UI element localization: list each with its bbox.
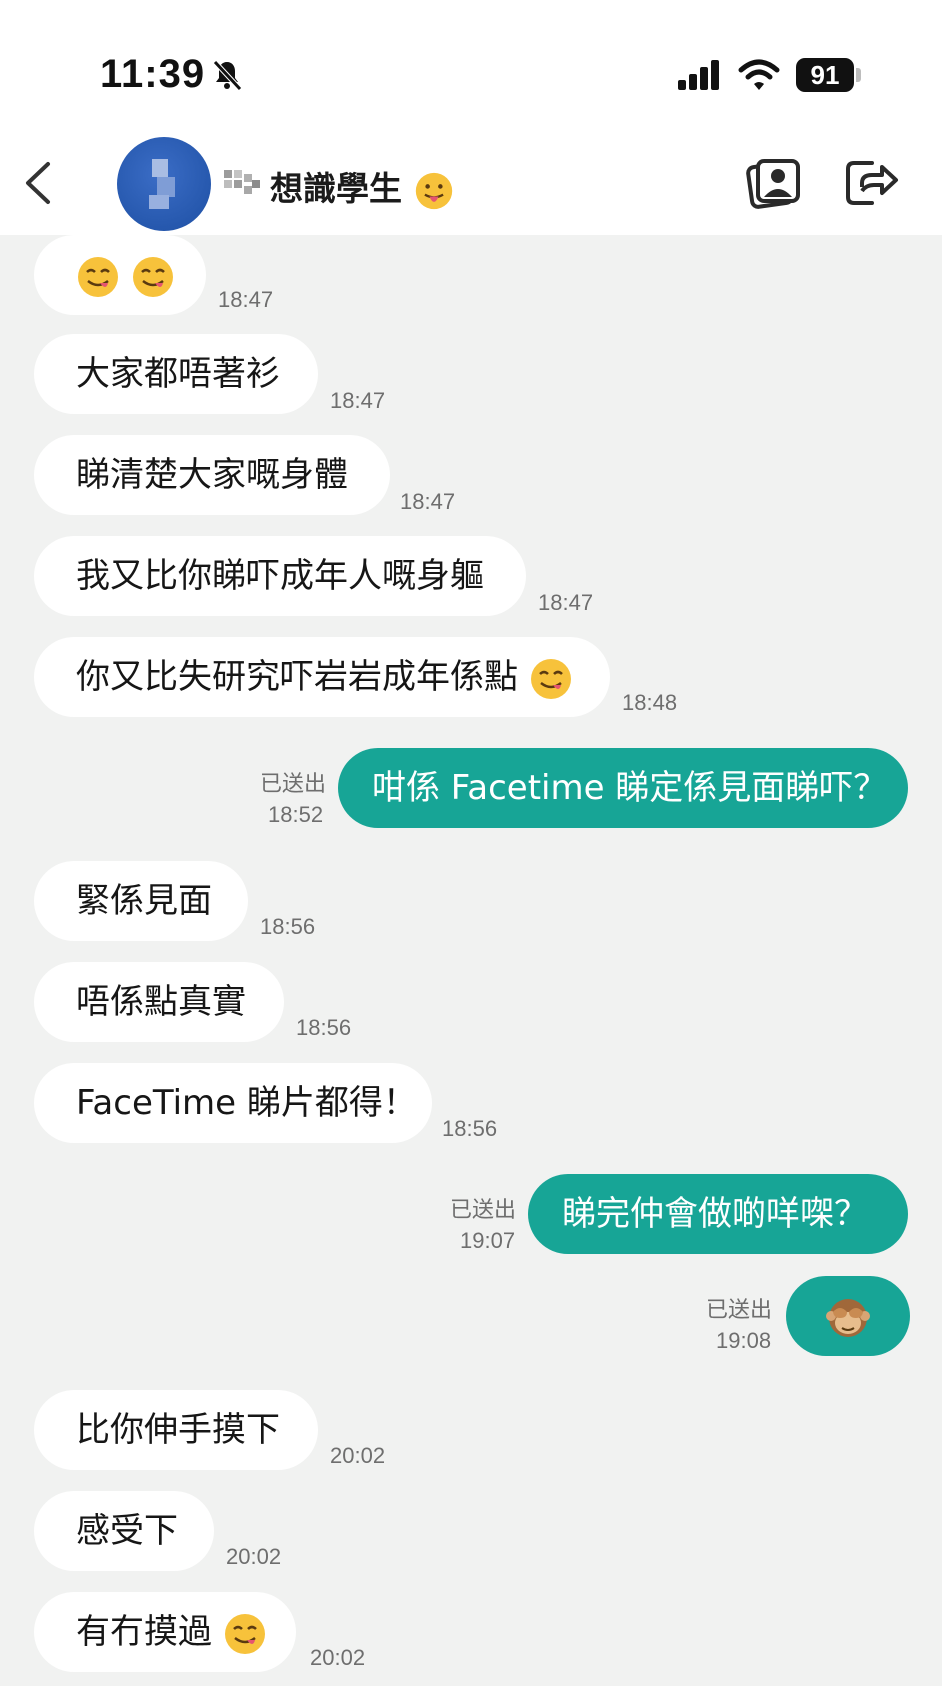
message-time: 18:47: [218, 287, 274, 312]
message-time: 20:02: [310, 1645, 366, 1670]
sent-status: 已送出: [705, 1298, 772, 1323]
message-bubble-incoming[interactable]: 你又比失研究吓岩岩成年係點: [34, 637, 610, 717]
message-text: 你又比失研究吓岩岩成年係點: [76, 657, 518, 697]
wifi-icon: [738, 59, 780, 90]
status-time: 11:39: [100, 52, 206, 96]
message-bubble-incoming[interactable]: 我又比你睇吓成年人嘅身軀: [34, 536, 526, 616]
photo-album-icon[interactable]: [744, 155, 804, 211]
see-no-evil-monkey-icon: [826, 1298, 870, 1337]
sent-status: 已送出: [449, 1198, 516, 1223]
yum-face-icon: [530, 658, 571, 699]
message-text: FaceTime 睇片都得！: [76, 1083, 417, 1123]
message-text: 感受下: [76, 1511, 178, 1551]
chevron-left-icon[interactable]: [18, 158, 58, 208]
message-bubble-incoming[interactable]: 比你伸手摸下: [34, 1390, 318, 1470]
message-time: 18:47: [330, 388, 386, 413]
battery-nub: [856, 68, 861, 82]
message-bubble-incoming[interactable]: 感受下: [34, 1491, 214, 1571]
chat-title: 想識學生: [270, 162, 454, 211]
bell-slash-icon: [213, 60, 242, 91]
message-time: 19:07: [460, 1228, 516, 1253]
yum-face-icon: [132, 256, 173, 297]
message-bubble-incoming[interactable]: 唔係點真實: [34, 962, 284, 1042]
message-text: 睇完仲會做啲咩㗎？: [562, 1194, 868, 1234]
message-time: 18:56: [296, 1015, 352, 1040]
sent-status: 已送出: [259, 772, 326, 797]
chat-title-text: 想識學生: [270, 169, 402, 208]
message-bubble-outgoing[interactable]: [786, 1276, 910, 1356]
message-text: 我又比你睇吓成年人嘅身軀: [76, 556, 484, 596]
message-time: 19:08: [716, 1328, 772, 1353]
message-text: 大家都唔著衫: [76, 354, 280, 394]
message-bubble-outgoing[interactable]: 睇完仲會做啲咩㗎？: [528, 1174, 908, 1254]
message-bubble-incoming[interactable]: 睇清楚大家嘅身體: [34, 435, 390, 515]
exit-icon[interactable]: [842, 155, 902, 211]
message-text: 有冇摸過: [76, 1612, 212, 1652]
chat-header: 想識學生: [0, 130, 942, 235]
message-time: 18:47: [538, 590, 594, 615]
message-bubble-outgoing[interactable]: 咁係 Facetime 睇定係見面睇吓？: [338, 748, 908, 828]
yum-face-icon: [78, 256, 118, 297]
message-text: 唔係點真實: [76, 982, 246, 1022]
tongue-face-icon: [415, 172, 452, 209]
battery-indicator: 91: [796, 58, 854, 92]
message-bubble-incoming[interactable]: 有冇摸過: [34, 1592, 296, 1672]
signal-icon: [678, 60, 719, 90]
blurred-name: [224, 170, 264, 196]
message-text: 睇清楚大家嘅身體: [76, 455, 348, 495]
message-time: 18:52: [268, 802, 324, 827]
status-bar: 11:39 91: [0, 0, 942, 130]
message-time: 20:02: [226, 1544, 282, 1569]
message-bubble-incoming[interactable]: [34, 235, 206, 315]
message-bubble-incoming[interactable]: 緊係見面: [34, 861, 248, 941]
message-time: 20:02: [330, 1443, 386, 1468]
message-text: 咁係 Facetime 睇定係見面睇吓？: [372, 768, 888, 808]
message-time: 18:48: [622, 690, 678, 715]
message-time: 18:56: [260, 914, 316, 939]
avatar[interactable]: [117, 137, 211, 231]
message-text: 緊係見面: [76, 881, 212, 921]
yum-face-icon: [224, 1613, 265, 1654]
message-time: 18:47: [400, 489, 456, 514]
message-time: 18:56: [442, 1116, 498, 1141]
message-bubble-incoming[interactable]: 大家都唔著衫: [34, 334, 318, 414]
message-text: 比你伸手摸下: [76, 1410, 280, 1450]
message-bubble-incoming[interactable]: FaceTime 睇片都得！: [34, 1063, 432, 1143]
